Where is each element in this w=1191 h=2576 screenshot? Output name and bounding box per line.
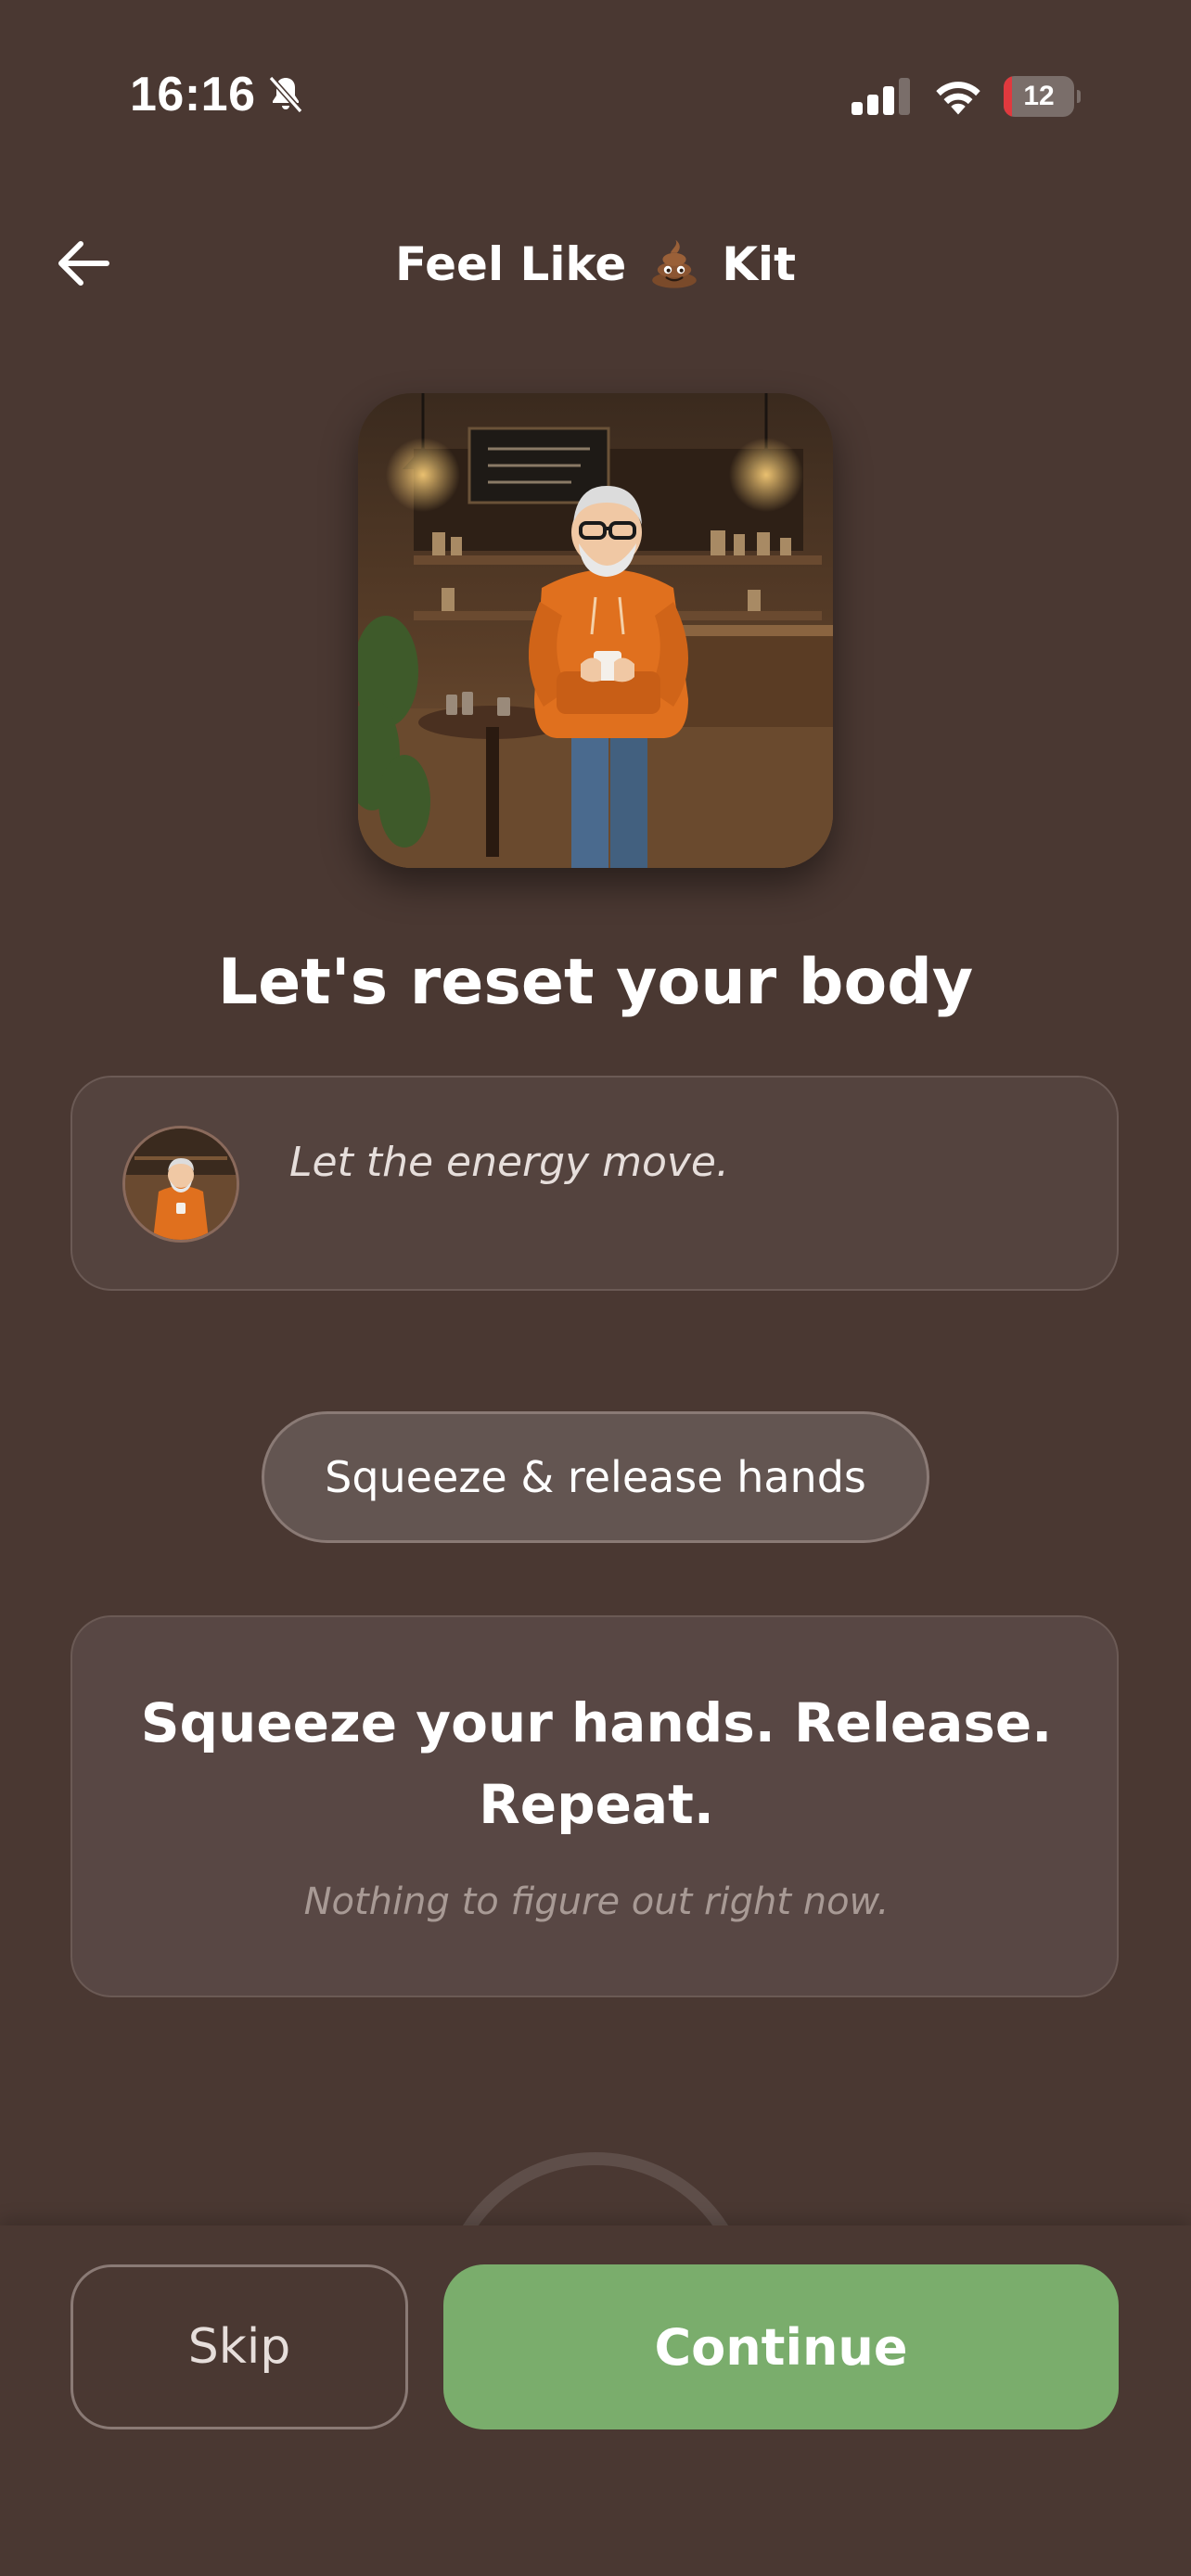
title-text-start: Feel Like bbox=[395, 237, 627, 291]
cellular-signal-icon bbox=[852, 78, 910, 115]
bottom-action-bar: Skip Continue bbox=[0, 2225, 1191, 2576]
avatar bbox=[122, 1126, 239, 1243]
wifi-icon bbox=[936, 82, 980, 115]
exercise-pill[interactable]: Squeeze & release hands bbox=[262, 1411, 929, 1543]
instruction-card: Squeeze your hands. Release. Repeat. Not… bbox=[70, 1615, 1119, 1997]
title-text-end: Kit bbox=[722, 237, 796, 291]
main-heading: Let's reset your body bbox=[217, 946, 974, 1019]
instruction-title: Squeeze your hands. Release. Repeat. bbox=[140, 1691, 1053, 1836]
poop-emoji-icon bbox=[651, 239, 697, 288]
hero-illustration bbox=[358, 393, 833, 868]
skip-button[interactable]: Skip bbox=[70, 2264, 408, 2429]
status-bar: 16:16 12 bbox=[0, 0, 1191, 195]
status-time: 16:16 bbox=[130, 68, 256, 121]
quote-text: Let the energy move. bbox=[289, 1139, 729, 1186]
quote-card: Let the energy move. bbox=[70, 1076, 1119, 1291]
continue-button[interactable]: Continue bbox=[443, 2264, 1119, 2429]
battery-level: 12 bbox=[1023, 81, 1055, 111]
battery-icon: 12 bbox=[1004, 76, 1081, 117]
instruction-subtitle: Nothing to figure out right now. bbox=[303, 1881, 890, 1923]
page-title: Feel Like Kit bbox=[0, 232, 1191, 297]
bell-slash-icon bbox=[268, 75, 303, 114]
